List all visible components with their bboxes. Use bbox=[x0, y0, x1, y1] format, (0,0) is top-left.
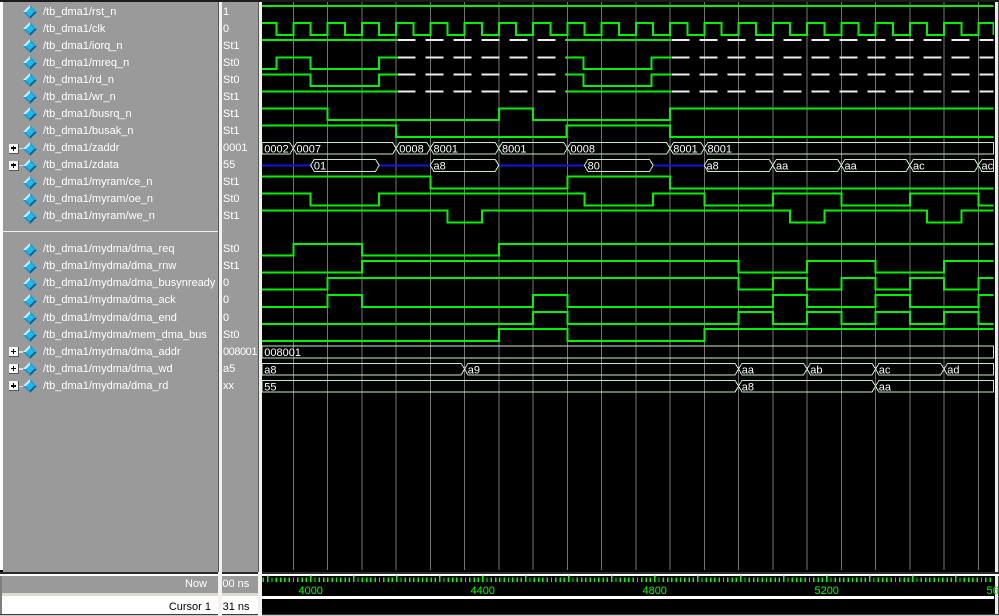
svg-text:a8: a8 bbox=[706, 161, 718, 173]
svg-text:a8: a8 bbox=[264, 364, 276, 376]
svg-text:ad: ad bbox=[947, 364, 959, 376]
svg-text:8001: 8001 bbox=[433, 144, 457, 156]
svg-text:008001: 008001 bbox=[264, 347, 301, 359]
svg-text:aa: aa bbox=[878, 381, 891, 393]
svg-text:aa: aa bbox=[776, 161, 789, 173]
svg-text:ac: ac bbox=[878, 364, 890, 376]
svg-text:8001: 8001 bbox=[707, 144, 731, 156]
svg-text:0002: 0002 bbox=[264, 144, 288, 156]
svg-text:0007: 0007 bbox=[296, 144, 320, 156]
svg-text:a8: a8 bbox=[433, 161, 445, 173]
svg-text:4000: 4000 bbox=[298, 585, 322, 596]
svg-text:8001: 8001 bbox=[673, 144, 697, 156]
svg-text:4800: 4800 bbox=[642, 585, 666, 596]
svg-text:01: 01 bbox=[313, 161, 325, 173]
svg-text:ac: ac bbox=[913, 161, 925, 173]
svg-text:55: 55 bbox=[264, 381, 276, 393]
svg-text:a9: a9 bbox=[467, 364, 479, 376]
svg-text:5200: 5200 bbox=[814, 585, 838, 596]
svg-text:ac: ac bbox=[981, 161, 993, 173]
svg-text:a8: a8 bbox=[741, 381, 753, 393]
svg-text:8001: 8001 bbox=[502, 144, 526, 156]
svg-text:aa: aa bbox=[741, 364, 754, 376]
svg-text:80: 80 bbox=[587, 161, 599, 173]
svg-text:ab: ab bbox=[810, 364, 822, 376]
svg-text:5600: 5600 bbox=[986, 585, 998, 596]
svg-text:0008: 0008 bbox=[570, 144, 594, 156]
svg-text:4400: 4400 bbox=[470, 585, 494, 596]
svg-text:aa: aa bbox=[844, 161, 857, 173]
svg-text:0008: 0008 bbox=[399, 144, 423, 156]
